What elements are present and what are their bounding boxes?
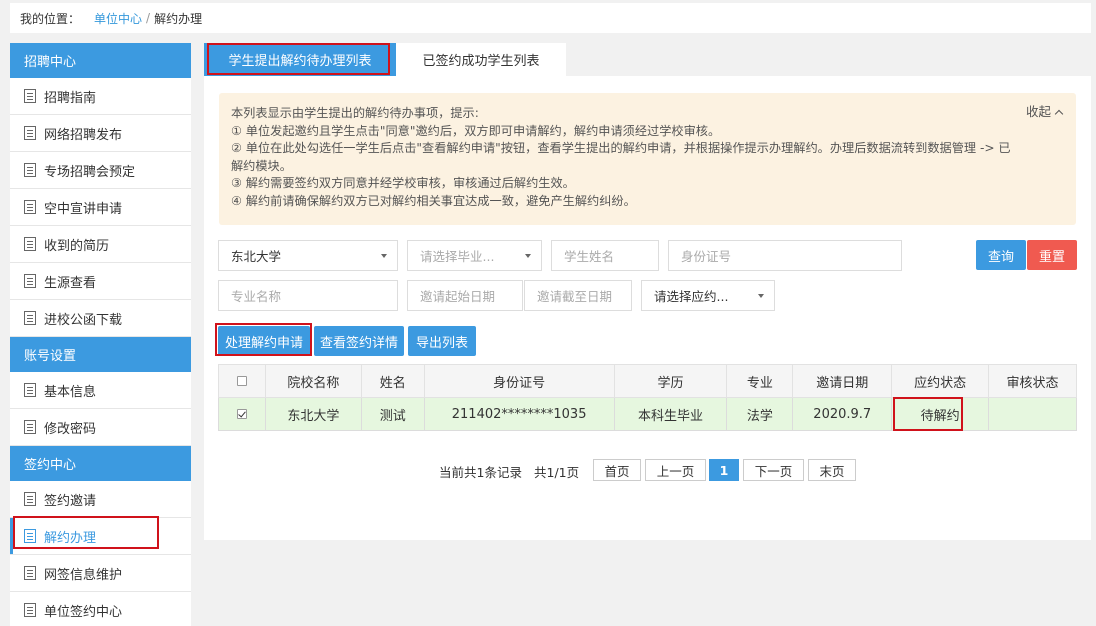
notice-line: ① 单位发起邀约且学生点击"同意"邀约后，双方即可申请解约，解约申请须经过学校审… (231, 123, 721, 138)
breadcrumb-label: 我的位置： (20, 11, 81, 26)
sidebar-item-change-password[interactable]: 修改密码 (10, 409, 191, 446)
view-contract-detail-button[interactable]: 查看签约详情 (314, 326, 404, 356)
main-panel: 学生提出解约待办理列表 已签约成功学生列表 收起 本列表显示由学生提出的解约待办… (204, 43, 1091, 540)
select-all-cell[interactable] (218, 364, 266, 398)
cell-status: 待解约 (891, 397, 990, 431)
breadcrumb-link-unit-center[interactable]: 单位中心 (94, 10, 142, 27)
cell-name: 测试 (360, 397, 425, 431)
col-degree: 学历 (613, 364, 728, 398)
sidebar-item-online-recruit[interactable]: 网络招聘发布 (10, 115, 191, 152)
sidebar-item-recruit-guide[interactable]: 招聘指南 (10, 78, 191, 115)
sidebar-item-e-sign-info[interactable]: 网签信息维护 (10, 555, 191, 592)
row-select-cell[interactable] (218, 397, 266, 431)
sidebar-item-contract-invite[interactable]: 签约邀请 (10, 481, 191, 518)
notice-box: 收起 本列表显示由学生提出的解约待办事项，提示: ① 单位发起邀约且学生点击"同… (219, 93, 1076, 225)
breadcrumb: 我的位置： 单位中心 / 解约办理 (10, 3, 1091, 33)
breadcrumb-separator: / (146, 11, 151, 25)
notice-line: ③ 解约需要签约双方同意并经学校审核，审核通过后解约生效。 (231, 176, 575, 191)
document-icon (24, 237, 36, 251)
major-input[interactable]: 专业名称 (218, 280, 398, 311)
notice-line: ④ 解约前请确保解约双方已对解约相关事宜达成一致，避免产生解约纠纷。 (231, 193, 636, 208)
document-icon (24, 274, 36, 288)
document-icon (24, 126, 36, 140)
cell-major: 法学 (726, 397, 794, 431)
chevron-up-icon (1054, 109, 1064, 119)
col-id: 身份证号 (423, 364, 615, 398)
status-select[interactable]: 请选择应约... (641, 280, 775, 311)
sidebar-item-job-fair[interactable]: 专场招聘会预定 (10, 152, 191, 189)
graduation-select[interactable]: 请选择毕业... (407, 240, 542, 271)
school-select[interactable]: 东北大学 (218, 240, 398, 271)
start-date-input[interactable]: 邀请起始日期 (407, 280, 523, 311)
pagination: 当前共1条记录 共1/1页 首页 上一页 1 下一页 末页 (204, 459, 1091, 481)
caret-down-icon (381, 254, 387, 258)
termination-table: 院校名称 姓名 身份证号 学历 专业 邀请日期 应约状态 审核状态 东北大学 测… (218, 364, 1077, 431)
export-list-button[interactable]: 导出列表 (408, 326, 476, 356)
col-status: 应约状态 (891, 364, 990, 398)
table-header-row: 院校名称 姓名 身份证号 学历 专业 邀请日期 应约状态 审核状态 (218, 364, 1077, 398)
col-review: 审核状态 (988, 364, 1077, 398)
document-icon (24, 420, 36, 434)
col-date: 邀请日期 (792, 364, 893, 398)
caret-down-icon (525, 254, 531, 258)
notice-line: 本列表显示由学生提出的解约待办事项，提示: (231, 106, 479, 120)
page-count: 共1/1页 (534, 465, 580, 480)
tab-signed-students[interactable]: 已签约成功学生列表 (396, 43, 566, 76)
document-icon (24, 603, 36, 617)
breadcrumb-current: 解约办理 (154, 11, 203, 26)
document-icon (24, 163, 36, 177)
cell-degree: 本科生毕业 (613, 397, 728, 431)
document-icon (24, 383, 36, 397)
last-page-button[interactable]: 末页 (808, 459, 856, 481)
first-page-button[interactable]: 首页 (593, 459, 641, 481)
id-number-input[interactable]: 身份证号 (668, 240, 902, 271)
sidebar-item-resumes[interactable]: 收到的简历 (10, 226, 191, 263)
document-icon (24, 89, 36, 103)
search-button[interactable]: 查询 (976, 240, 1026, 270)
sidebar-item-letter-download[interactable]: 进校公函下载 (10, 300, 191, 337)
cell-id: 211402********1035 (423, 397, 615, 431)
table-row[interactable]: 东北大学 测试 211402********1035 本科生毕业 法学 2020… (218, 397, 1077, 431)
document-icon (24, 529, 36, 543)
document-icon (24, 492, 36, 506)
student-name-input[interactable]: 学生姓名 (551, 240, 659, 271)
caret-down-icon (758, 294, 764, 298)
sidebar: 招聘中心 招聘指南 网络招聘发布 专场招聘会预定 空中宣讲申请 收到的简历 生源… (10, 43, 191, 626)
col-name: 姓名 (360, 364, 425, 398)
end-date-input[interactable]: 邀请截至日期 (524, 280, 632, 311)
sidebar-item-termination[interactable]: 解约办理 (10, 518, 191, 555)
reset-button[interactable]: 重置 (1027, 240, 1077, 270)
collapse-button[interactable]: 收起 (1026, 103, 1064, 121)
record-count: 当前共1条记录 (439, 465, 522, 480)
cell-date: 2020.9.7 (792, 397, 893, 431)
sidebar-item-basic-info[interactable]: 基本信息 (10, 372, 191, 409)
sidebar-item-online-talk[interactable]: 空中宣讲申请 (10, 189, 191, 226)
select-all-checkbox[interactable] (236, 376, 247, 386)
next-page-button[interactable]: 下一页 (743, 459, 804, 481)
sidebar-header-recruit[interactable]: 招聘中心 (10, 43, 191, 78)
sidebar-header-contract[interactable]: 签约中心 (10, 446, 191, 481)
col-major: 专业 (726, 364, 794, 398)
tab-bar: 学生提出解约待办理列表 已签约成功学生列表 (204, 43, 1091, 76)
tab-pending-termination[interactable]: 学生提出解约待办理列表 (204, 43, 396, 76)
page-1-button[interactable]: 1 (709, 459, 739, 481)
sidebar-header-account[interactable]: 账号设置 (10, 337, 191, 372)
row-checkbox[interactable] (236, 409, 247, 419)
notice-line: ② 单位在此处勾选任一学生后点击"查看解约申请"按钮，查看学生提出的解约申请，并… (231, 141, 1011, 173)
col-school: 院校名称 (264, 364, 362, 398)
document-icon (24, 200, 36, 214)
cell-review (988, 397, 1077, 431)
sidebar-item-unit-contract-center[interactable]: 单位签约中心 (10, 592, 191, 626)
document-icon (24, 566, 36, 580)
prev-page-button[interactable]: 上一页 (645, 459, 706, 481)
sidebar-item-students[interactable]: 生源查看 (10, 263, 191, 300)
process-termination-button[interactable]: 处理解约申请 (218, 326, 310, 356)
cell-school: 东北大学 (264, 397, 362, 431)
document-icon (24, 311, 36, 325)
